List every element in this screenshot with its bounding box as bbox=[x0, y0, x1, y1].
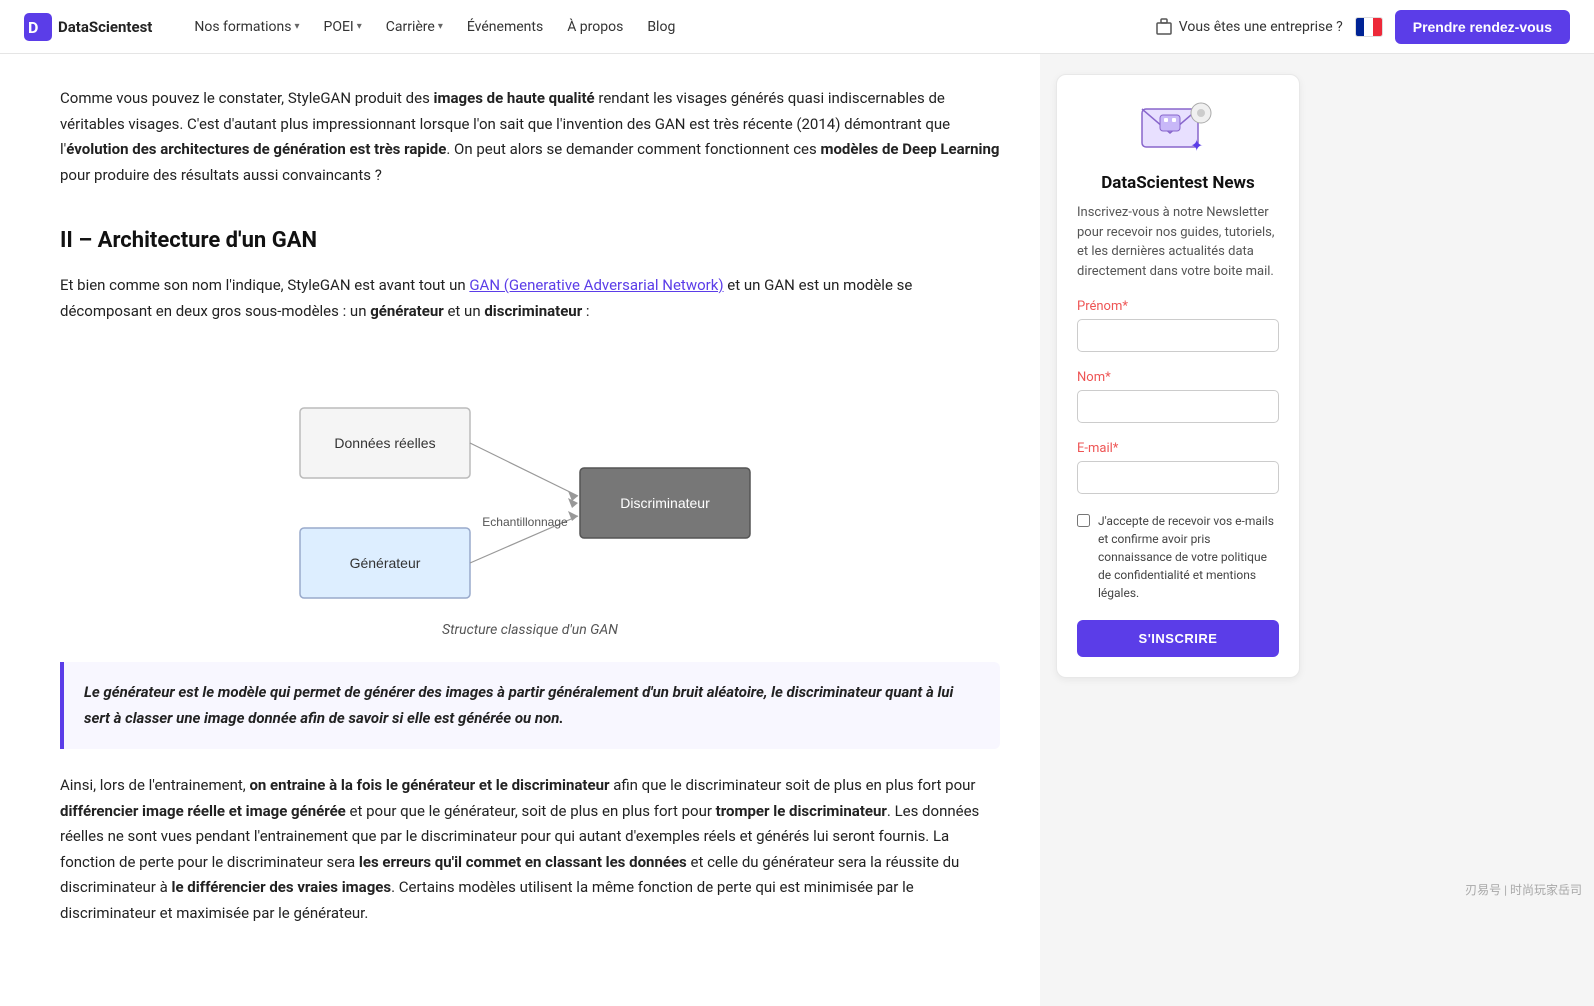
svg-text:Générateur: Générateur bbox=[350, 555, 421, 571]
newsletter-icon-row: ✦ bbox=[1077, 95, 1279, 159]
diagram-container: Données réelles Générateur Discriminateu… bbox=[60, 348, 1000, 638]
svg-text:Echantillonnage: Echantillonnage bbox=[482, 515, 568, 529]
article-para-2: Ainsi, lors de l'entrainement, on entrai… bbox=[60, 773, 1000, 926]
nav-evenements[interactable]: Événements bbox=[457, 13, 553, 41]
nom-input[interactable] bbox=[1077, 390, 1279, 423]
consent-label[interactable]: J'accepte de recevoir vos e-mails et con… bbox=[1098, 512, 1279, 602]
email-input[interactable] bbox=[1077, 461, 1279, 494]
logo-icon: D bbox=[24, 13, 52, 41]
nav-right: Vous êtes une entreprise ? Prendre rende… bbox=[1155, 10, 1570, 44]
gan-diagram: Données réelles Générateur Discriminateu… bbox=[270, 348, 790, 612]
newsletter-icon: ✦ bbox=[1138, 95, 1218, 159]
nav-apropos[interactable]: À propos bbox=[557, 13, 633, 41]
nom-group: Nom* bbox=[1077, 370, 1279, 437]
newsletter-card: ✦ DataScientest News Inscrivez-vous à no… bbox=[1056, 74, 1300, 678]
main-content: Comme vous pouvez le constater, StyleGAN… bbox=[0, 54, 1040, 1006]
logo-link[interactable]: D DataScientest bbox=[24, 13, 152, 41]
email-group: E-mail* bbox=[1077, 441, 1279, 508]
logo-text: DataScientest bbox=[58, 18, 152, 36]
diagram-caption: Structure classique d'un GAN bbox=[442, 622, 618, 638]
svg-text:✦: ✦ bbox=[1190, 136, 1203, 155]
email-label: E-mail* bbox=[1077, 441, 1279, 456]
nav-formations[interactable]: Nos formations ▾ bbox=[184, 13, 309, 41]
nav-poei[interactable]: POEI ▾ bbox=[314, 13, 372, 41]
article-para-1: Et bien comme son nom l'indique, StyleGA… bbox=[60, 273, 1000, 324]
svg-text:Données réelles: Données réelles bbox=[334, 435, 435, 451]
consent-row: J'accepte de recevoir vos e-mails et con… bbox=[1077, 512, 1279, 602]
enterprise-icon bbox=[1155, 18, 1173, 36]
prenom-input[interactable] bbox=[1077, 319, 1279, 352]
language-flag[interactable] bbox=[1355, 17, 1383, 37]
chevron-down-icon: ▾ bbox=[294, 21, 299, 32]
svg-text:Discriminateur: Discriminateur bbox=[620, 495, 710, 511]
gan-link[interactable]: GAN (Generative Adversarial Network) bbox=[469, 276, 723, 294]
prenom-group: Prénom* bbox=[1077, 299, 1279, 366]
navigation: D DataScientest Nos formations ▾ POEI ▾ … bbox=[0, 0, 1594, 54]
intro-paragraph: Comme vous pouvez le constater, StyleGAN… bbox=[60, 86, 1000, 188]
consent-checkbox[interactable] bbox=[1077, 514, 1090, 527]
sidebar: ✦ DataScientest News Inscrivez-vous à no… bbox=[1040, 54, 1320, 1006]
subscribe-button[interactable]: S'INSCRIRE bbox=[1077, 620, 1279, 657]
chevron-down-icon: ▾ bbox=[438, 21, 443, 32]
sidebar-subtitle: Inscrivez-vous à notre Newsletter pour r… bbox=[1077, 203, 1279, 281]
nav-blog[interactable]: Blog bbox=[637, 13, 685, 41]
enterprise-link[interactable]: Vous êtes une entreprise ? bbox=[1155, 18, 1343, 36]
sidebar-title: DataScientest News bbox=[1077, 173, 1279, 193]
prenom-label: Prénom* bbox=[1077, 299, 1279, 314]
svg-text:D: D bbox=[28, 18, 38, 37]
cta-button[interactable]: Prendre rendez-vous bbox=[1395, 10, 1570, 44]
blockquote: Le générateur est le modèle qui permet d… bbox=[60, 662, 1000, 749]
page-wrapper: Comme vous pouvez le constater, StyleGAN… bbox=[0, 0, 1594, 1006]
section-title: II – Architecture d'un GAN bbox=[60, 220, 1000, 253]
nav-carriere[interactable]: Carrière ▾ bbox=[376, 13, 453, 41]
nav-links: Nos formations ▾ POEI ▾ Carrière ▾ Événe… bbox=[184, 13, 1154, 41]
chevron-down-icon: ▾ bbox=[357, 21, 362, 32]
nom-label: Nom* bbox=[1077, 370, 1279, 385]
